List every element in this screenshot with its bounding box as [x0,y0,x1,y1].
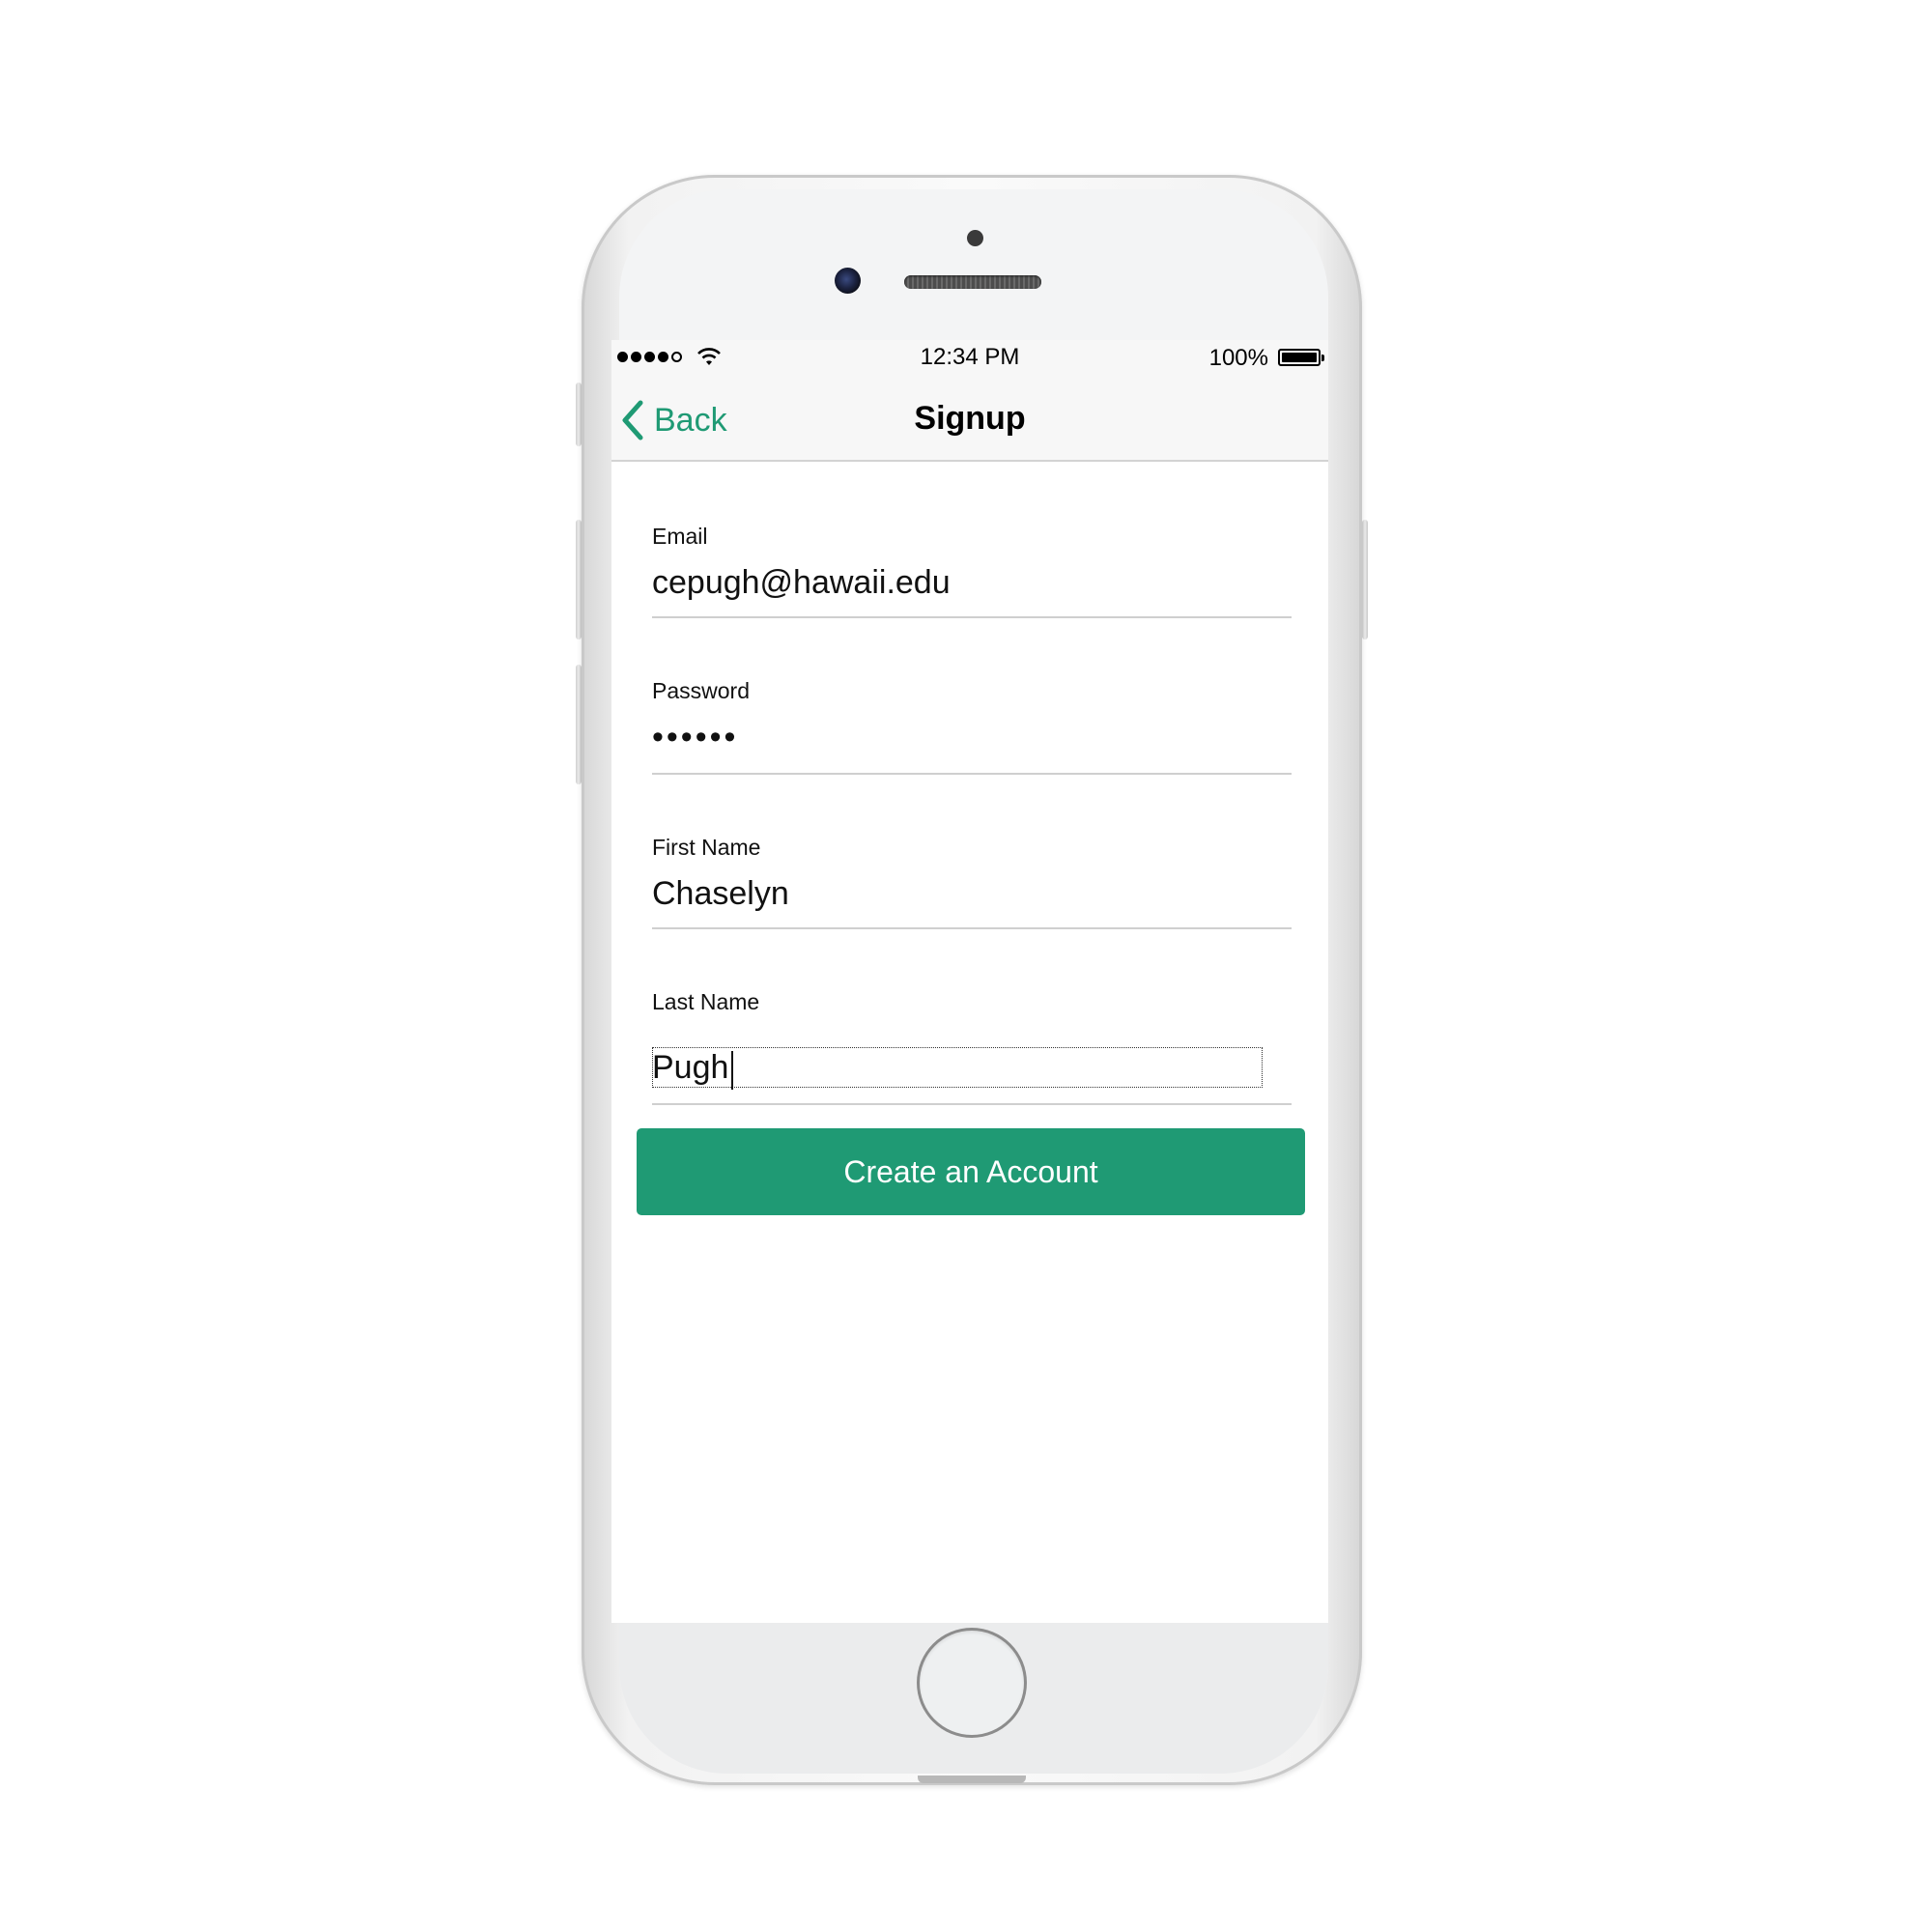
screen: 12:34 PM 100% Back Signup Email cepugh@h… [611,340,1328,1623]
proximity-sensor [967,230,983,246]
status-bar: 12:34 PM 100% [611,340,1328,375]
email-label: Email [652,524,708,549]
last-name-field[interactable]: Pugh [652,1049,728,1087]
battery-icon [1278,349,1321,366]
first-name-label: First Name [652,835,761,860]
last-name-label: Last Name [652,989,760,1014]
last-name-focus-outline [652,1047,1263,1088]
email-underline [652,616,1292,618]
text-caret [731,1051,733,1090]
last-name-underline [652,1103,1292,1105]
home-button[interactable] [920,1631,1024,1735]
create-account-button[interactable]: Create an Account [637,1128,1305,1215]
first-name-underline [652,927,1292,929]
front-camera [835,268,861,294]
password-field[interactable]: •••••• [652,719,738,756]
battery-percent: 100% [1208,345,1268,371]
email-field[interactable]: cepugh@hawaii.edu [652,564,951,602]
first-name-field[interactable]: Chaselyn [652,875,789,913]
page-title: Signup [914,400,1026,437]
lightning-port [918,1776,1026,1783]
navigation-bar: 12:34 PM 100% Back Signup [611,340,1328,462]
password-underline [652,773,1292,775]
earpiece-speaker [904,275,1041,289]
battery-tip [1321,355,1324,361]
power-button [1362,520,1368,639]
password-label: Password [652,678,750,703]
